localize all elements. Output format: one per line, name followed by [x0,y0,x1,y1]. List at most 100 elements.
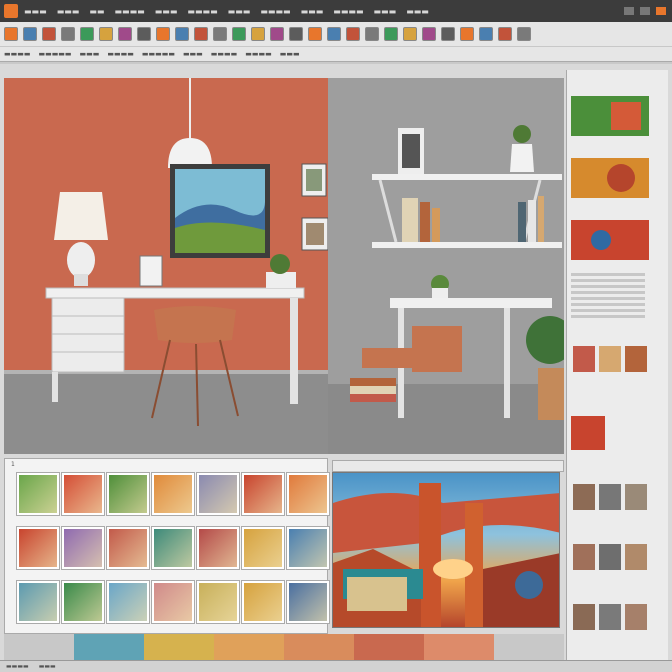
menu-item-5[interactable]: ▬▬▬ [155,7,178,16]
thumbnail-r2-c6[interactable] [242,527,284,569]
minimize-icon[interactable] [624,7,634,15]
thumbnail-r1-c6[interactable] [242,473,284,515]
thumbnail-r1-c1[interactable] [17,473,59,515]
menu-item-11[interactable]: ▬▬▬ [374,7,397,16]
panel-text-block-1 [571,270,651,321]
option-4[interactable]: ▬▬▬▬ [107,50,133,58]
tool-11-icon[interactable] [194,27,208,41]
option-3[interactable]: ▬▬▬ [80,50,100,58]
menu-item-2[interactable]: ▬▬▬ [57,7,80,16]
panel-thumb-8[interactable] [571,604,651,634]
thumbnail-r3-c7[interactable] [287,581,329,623]
tool-2-icon[interactable] [23,27,37,41]
option-2[interactable]: ▬▬▬▬▬ [38,50,71,58]
option-6[interactable]: ▬▬▬ [183,50,203,58]
menu-item-10[interactable]: ▬▬▬▬ [333,7,363,16]
thumbnail-r2-c7[interactable] [287,527,329,569]
option-5[interactable]: ▬▬▬▬▬ [142,50,175,58]
tool-20-icon[interactable] [365,27,379,41]
thumbnail-r3-c1[interactable] [17,581,59,623]
swatch-3[interactable] [144,634,214,660]
thumb-interior-2-icon [573,544,647,570]
swatch-6[interactable] [354,634,424,660]
panel-thumb-2[interactable] [571,158,651,202]
thumbnail-r3-c5[interactable] [197,581,239,623]
tool-5-icon[interactable] [80,27,94,41]
panel-thumb-7[interactable] [571,544,651,574]
panel-thumb-1[interactable] [571,96,651,140]
tool-9-icon[interactable] [156,27,170,41]
thumbnail-r3-c6[interactable] [242,581,284,623]
preview-right-room[interactable] [328,78,564,454]
tool-21-icon[interactable] [384,27,398,41]
thumbnail-r3-c2[interactable] [62,581,104,623]
swatch-7[interactable] [424,634,494,660]
tool-1-icon[interactable] [4,27,18,41]
panel-thumb-4[interactable] [571,346,651,376]
tool-25-icon[interactable] [460,27,474,41]
tool-15-icon[interactable] [270,27,284,41]
maximize-icon[interactable] [640,7,650,15]
tool-14-icon[interactable] [251,27,265,41]
menu-item-3[interactable]: ▬▬ [89,7,104,16]
menu-item-12[interactable]: ▬▬▬ [406,7,429,16]
option-8[interactable]: ▬▬▬▬ [245,50,271,58]
menu-item-1[interactable]: ▬▬▬ [24,7,47,16]
tool-26-icon[interactable] [479,27,493,41]
thumbnail-r3-c4[interactable] [152,581,194,623]
tool-4-icon[interactable] [61,27,75,41]
tool-16-icon[interactable] [289,27,303,41]
thumbnail-r2-c2[interactable] [62,527,104,569]
swatch-5[interactable] [284,634,354,660]
thumbnail-r2-c5[interactable] [197,527,239,569]
thumbnail-r2-c1[interactable] [17,527,59,569]
menu-bar: ▬▬▬ ▬▬▬ ▬▬ ▬▬▬▬ ▬▬▬ ▬▬▬▬ ▬▬▬ ▬▬▬▬ ▬▬▬ ▬▬… [24,7,429,16]
tool-23-icon[interactable] [422,27,436,41]
swatch-4[interactable] [214,634,284,660]
thumbnail-r1-c3[interactable] [107,473,149,515]
tool-19-icon[interactable] [346,27,360,41]
tool-12-icon[interactable] [213,27,227,41]
tool-8-icon[interactable] [137,27,151,41]
tool-18-icon[interactable] [327,27,341,41]
tool-22-icon[interactable] [403,27,417,41]
toolbar-options-row: ▬▬▬▬ ▬▬▬▬▬ ▬▬▬ ▬▬▬▬ ▬▬▬▬▬ ▬▬▬ ▬▬▬▬ ▬▬▬▬ … [0,46,672,60]
panel-thumb-6[interactable] [571,484,651,514]
swatch-2[interactable] [74,634,144,660]
menu-item-8[interactable]: ▬▬▬▬ [260,7,290,16]
menu-item-9[interactable]: ▬▬▬ [301,7,324,16]
tool-10-icon[interactable] [175,27,189,41]
close-icon[interactable] [656,7,666,15]
swatch-8[interactable] [494,634,564,660]
thumbnail-r1-c7[interactable] [287,473,329,515]
option-1[interactable]: ▬▬▬▬ [4,50,30,58]
option-9[interactable]: ▬▬▬ [280,50,300,58]
canvas-main-image[interactable] [332,472,560,628]
tool-28-icon[interactable] [517,27,531,41]
menu-item-6[interactable]: ▬▬▬▬ [187,7,217,16]
tool-3-icon[interactable] [42,27,56,41]
thumbnail-r2-c3[interactable] [107,527,149,569]
option-7[interactable]: ▬▬▬▬ [211,50,237,58]
panel-thumb-3[interactable] [571,220,651,264]
thumbnail-r1-c5[interactable] [197,473,239,515]
image-library-grid: 1 [4,458,329,634]
tool-6-icon[interactable] [99,27,113,41]
tool-27-icon[interactable] [498,27,512,41]
thumb-interior-3-icon [573,604,647,630]
thumbnail-r3-c3[interactable] [107,581,149,623]
tool-13-icon[interactable] [232,27,246,41]
tool-24-icon[interactable] [441,27,455,41]
canvas-header [332,460,564,472]
panel-thumb-5[interactable] [571,416,651,454]
swatch-1[interactable] [4,634,74,660]
thumbnail-r1-c4[interactable] [152,473,194,515]
menu-item-4[interactable]: ▬▬▬▬ [115,7,145,16]
tool-7-icon[interactable] [118,27,132,41]
preview-left-room[interactable] [4,78,328,454]
tool-17-icon[interactable] [308,27,322,41]
thumbnail-r2-c4[interactable] [152,527,194,569]
thumb-autumn-icon [571,158,649,198]
thumbnail-r1-c2[interactable] [62,473,104,515]
menu-item-7[interactable]: ▬▬▬ [228,7,251,16]
